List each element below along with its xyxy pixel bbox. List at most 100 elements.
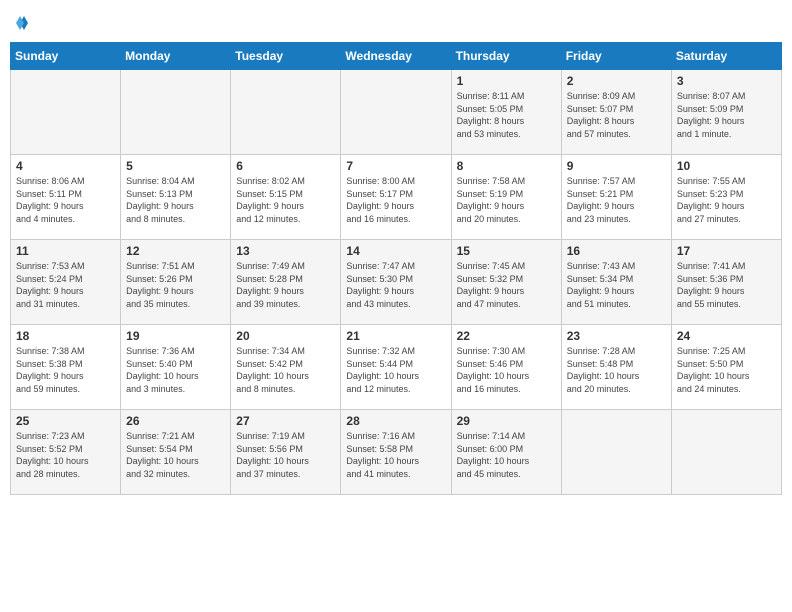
calendar-cell bbox=[231, 70, 341, 155]
day-info: Sunrise: 7:58 AM Sunset: 5:19 PM Dayligh… bbox=[457, 175, 556, 225]
day-number: 17 bbox=[677, 244, 776, 258]
calendar-cell: 15 Sunrise: 7:45 AM Sunset: 5:32 PM Dayli… bbox=[451, 240, 561, 325]
calendar-cell bbox=[671, 410, 781, 495]
day-info: Sunrise: 7:51 AM Sunset: 5:26 PM Dayligh… bbox=[126, 260, 225, 310]
calendar-cell: 4 Sunrise: 8:06 AM Sunset: 5:11 PM Daylig… bbox=[11, 155, 121, 240]
calendar-cell: 13Sunrise: 7:49 AM Sunset: 5:28 PM Dayli… bbox=[231, 240, 341, 325]
calendar-week-row: 4 Sunrise: 8:06 AM Sunset: 5:11 PM Daylig… bbox=[11, 155, 782, 240]
day-info: Sunrise: 7:25 AM Sunset: 5:50 PM Dayligh… bbox=[677, 345, 776, 395]
day-info: Sunrise: 7:41 AM Sunset: 5:36 PM Dayligh… bbox=[677, 260, 776, 310]
day-number: 3 bbox=[677, 74, 776, 88]
calendar-cell: 7 Sunrise: 8:00 AM Sunset: 5:17 PM Daylig… bbox=[341, 155, 451, 240]
calendar-cell: 2 Sunrise: 8:09 AM Sunset: 5:07 PM Daylig… bbox=[561, 70, 671, 155]
calendar-cell: 20 Sunrise: 7:34 AM Sunset: 5:42 PM Dayli… bbox=[231, 325, 341, 410]
day-number: 9 bbox=[567, 159, 666, 173]
calendar-cell: 10 Sunrise: 7:55 AM Sunset: 5:23 PM Dayli… bbox=[671, 155, 781, 240]
calendar-cell: 24 Sunrise: 7:25 AM Sunset: 5:50 PM Dayli… bbox=[671, 325, 781, 410]
day-number: 5 bbox=[126, 159, 225, 173]
calendar-cell: 5 Sunrise: 8:04 AM Sunset: 5:13 PM Daylig… bbox=[121, 155, 231, 240]
day-number: 4 bbox=[16, 159, 115, 173]
day-info: Sunrise: 8:04 AM Sunset: 5:13 PM Dayligh… bbox=[126, 175, 225, 225]
day-info: Sunrise: 7:47 AM Sunset: 5:30 PM Dayligh… bbox=[346, 260, 445, 310]
day-number: 22 bbox=[457, 329, 556, 343]
calendar-cell: 8 Sunrise: 7:58 AM Sunset: 5:19 PM Daylig… bbox=[451, 155, 561, 240]
day-number: 26 bbox=[126, 414, 225, 428]
day-number: 2 bbox=[567, 74, 666, 88]
day-info: Sunrise: 8:09 AM Sunset: 5:07 PM Dayligh… bbox=[567, 90, 666, 140]
day-number: 16 bbox=[567, 244, 666, 258]
calendar-day-header: Sunday bbox=[11, 43, 121, 70]
day-number: 11 bbox=[16, 244, 115, 258]
day-number: 21 bbox=[346, 329, 445, 343]
day-info: Sunrise: 7:23 AM Sunset: 5:52 PM Dayligh… bbox=[16, 430, 115, 480]
day-number: 10 bbox=[677, 159, 776, 173]
logo-text bbox=[10, 10, 28, 36]
calendar-cell: 19 Sunrise: 7:36 AM Sunset: 5:40 PM Dayli… bbox=[121, 325, 231, 410]
calendar-week-row: 25 Sunrise: 7:23 AM Sunset: 5:52 PM Dayli… bbox=[11, 410, 782, 495]
calendar-cell: 1 Sunrise: 8:11 AM Sunset: 5:05 PM Daylig… bbox=[451, 70, 561, 155]
day-number: 6 bbox=[236, 159, 335, 173]
page-header bbox=[10, 10, 782, 32]
calendar-cell: 18 Sunrise: 7:38 AM Sunset: 5:38 PM Dayli… bbox=[11, 325, 121, 410]
day-info: Sunrise: 8:02 AM Sunset: 5:15 PM Dayligh… bbox=[236, 175, 335, 225]
calendar-cell: 16 Sunrise: 7:43 AM Sunset: 5:34 PM Dayli… bbox=[561, 240, 671, 325]
day-info: Sunrise: 8:11 AM Sunset: 5:05 PM Dayligh… bbox=[457, 90, 556, 140]
day-info: Sunrise: 7:19 AM Sunset: 5:56 PM Dayligh… bbox=[236, 430, 335, 480]
day-number: 12 bbox=[126, 244, 225, 258]
day-info: Sunrise: 7:45 AM Sunset: 5:32 PM Dayligh… bbox=[457, 260, 556, 310]
day-number: 15 bbox=[457, 244, 556, 258]
calendar-day-header: Tuesday bbox=[231, 43, 341, 70]
day-number: 25 bbox=[16, 414, 115, 428]
calendar-cell: 17 Sunrise: 7:41 AM Sunset: 5:36 PM Dayli… bbox=[671, 240, 781, 325]
day-number: 8 bbox=[457, 159, 556, 173]
logo bbox=[10, 10, 28, 32]
calendar-cell bbox=[561, 410, 671, 495]
day-info: Sunrise: 7:36 AM Sunset: 5:40 PM Dayligh… bbox=[126, 345, 225, 395]
day-info: Sunrise: 7:16 AM Sunset: 5:58 PM Dayligh… bbox=[346, 430, 445, 480]
calendar-cell: 21Sunrise: 7:32 AM Sunset: 5:44 PM Dayli… bbox=[341, 325, 451, 410]
calendar-cell: 26 Sunrise: 7:21 AM Sunset: 5:54 PM Dayli… bbox=[121, 410, 231, 495]
day-info: Sunrise: 7:21 AM Sunset: 5:54 PM Dayligh… bbox=[126, 430, 225, 480]
day-info: Sunrise: 7:38 AM Sunset: 5:38 PM Dayligh… bbox=[16, 345, 115, 395]
day-number: 28 bbox=[346, 414, 445, 428]
calendar-cell: 22Sunrise: 7:30 AM Sunset: 5:46 PM Dayli… bbox=[451, 325, 561, 410]
calendar-cell: 3 Sunrise: 8:07 AM Sunset: 5:09 PM Daylig… bbox=[671, 70, 781, 155]
day-info: Sunrise: 7:14 AM Sunset: 6:00 PM Dayligh… bbox=[457, 430, 556, 480]
calendar-day-header: Wednesday bbox=[341, 43, 451, 70]
day-number: 20 bbox=[236, 329, 335, 343]
logo-icon bbox=[10, 14, 28, 32]
day-info: Sunrise: 7:49 AM Sunset: 5:28 PM Dayligh… bbox=[236, 260, 335, 310]
calendar-cell bbox=[11, 70, 121, 155]
day-info: Sunrise: 7:53 AM Sunset: 5:24 PM Dayligh… bbox=[16, 260, 115, 310]
day-info: Sunrise: 7:43 AM Sunset: 5:34 PM Dayligh… bbox=[567, 260, 666, 310]
day-number: 1 bbox=[457, 74, 556, 88]
day-number: 24 bbox=[677, 329, 776, 343]
day-info: Sunrise: 7:34 AM Sunset: 5:42 PM Dayligh… bbox=[236, 345, 335, 395]
calendar-cell: 11 Sunrise: 7:53 AM Sunset: 5:24 PM Dayli… bbox=[11, 240, 121, 325]
calendar-week-row: 11 Sunrise: 7:53 AM Sunset: 5:24 PM Dayli… bbox=[11, 240, 782, 325]
calendar-table: SundayMondayTuesdayWednesdayThursdayFrid… bbox=[10, 42, 782, 495]
day-info: Sunrise: 8:00 AM Sunset: 5:17 PM Dayligh… bbox=[346, 175, 445, 225]
calendar-header-row: SundayMondayTuesdayWednesdayThursdayFrid… bbox=[11, 43, 782, 70]
calendar-day-header: Friday bbox=[561, 43, 671, 70]
calendar-cell: 28 Sunrise: 7:16 AM Sunset: 5:58 PM Dayli… bbox=[341, 410, 451, 495]
calendar-day-header: Saturday bbox=[671, 43, 781, 70]
day-number: 18 bbox=[16, 329, 115, 343]
calendar-cell: 29 Sunrise: 7:14 AM Sunset: 6:00 PM Dayli… bbox=[451, 410, 561, 495]
day-number: 27 bbox=[236, 414, 335, 428]
day-info: Sunrise: 8:07 AM Sunset: 5:09 PM Dayligh… bbox=[677, 90, 776, 140]
calendar-cell: 9 Sunrise: 7:57 AM Sunset: 5:21 PM Daylig… bbox=[561, 155, 671, 240]
calendar-week-row: 18 Sunrise: 7:38 AM Sunset: 5:38 PM Dayli… bbox=[11, 325, 782, 410]
day-info: Sunrise: 7:55 AM Sunset: 5:23 PM Dayligh… bbox=[677, 175, 776, 225]
day-number: 23 bbox=[567, 329, 666, 343]
day-info: Sunrise: 8:06 AM Sunset: 5:11 PM Dayligh… bbox=[16, 175, 115, 225]
calendar-cell: 6 Sunrise: 8:02 AM Sunset: 5:15 PM Daylig… bbox=[231, 155, 341, 240]
day-number: 7 bbox=[346, 159, 445, 173]
day-number: 19 bbox=[126, 329, 225, 343]
calendar-week-row: 1 Sunrise: 8:11 AM Sunset: 5:05 PM Daylig… bbox=[11, 70, 782, 155]
day-number: 29 bbox=[457, 414, 556, 428]
calendar-cell: 23Sunrise: 7:28 AM Sunset: 5:48 PM Dayli… bbox=[561, 325, 671, 410]
calendar-cell: 27 Sunrise: 7:19 AM Sunset: 5:56 PM Dayli… bbox=[231, 410, 341, 495]
day-info: Sunrise: 7:57 AM Sunset: 5:21 PM Dayligh… bbox=[567, 175, 666, 225]
calendar-cell: 14Sunrise: 7:47 AM Sunset: 5:30 PM Dayli… bbox=[341, 240, 451, 325]
